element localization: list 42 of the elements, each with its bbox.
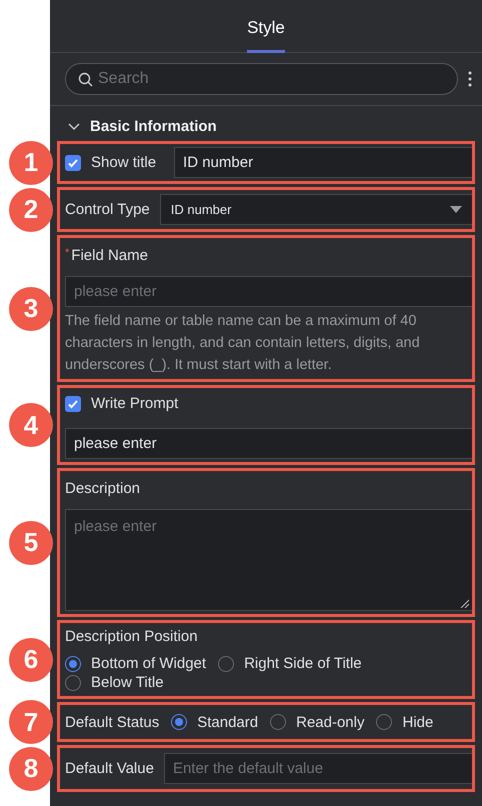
field-label: Show title (91, 154, 156, 171)
check-icon (67, 398, 79, 410)
field-label: Default Value (65, 760, 154, 777)
field-label: Default Status (65, 714, 160, 730)
callout-badge: 5 (9, 520, 53, 564)
callout-badge: 2 (9, 188, 53, 232)
callout-badge: 7 (9, 700, 53, 744)
radio-option[interactable]: Read-only (270, 714, 364, 730)
search-field[interactable]: Search (65, 63, 458, 95)
input-field[interactable]: please enter (65, 276, 472, 307)
callout-badge: 4 (9, 403, 53, 447)
caret-icon (450, 206, 462, 214)
chevron-icon (68, 122, 80, 130)
callout-badge: 1 (9, 140, 53, 184)
field-label: Description Position (65, 627, 199, 647)
text-area[interactable]: please enter (65, 509, 472, 611)
field-label: Description (65, 479, 142, 497)
dropdown[interactable]: ID number (160, 194, 472, 225)
required-mark: * (65, 247, 70, 259)
field-label: Control Type (65, 201, 150, 218)
radio-option[interactable]: Hide (376, 714, 434, 730)
resize-grip-icon[interactable] (460, 599, 469, 608)
section-header[interactable]: Basic Information (50, 106, 235, 141)
radio-option[interactable]: Below Title (65, 674, 164, 691)
check-icon (67, 156, 79, 168)
style-tab[interactable]: Style (247, 18, 285, 53)
radio-option[interactable]: Standard (171, 714, 258, 730)
field-label: *Field Name (65, 246, 149, 266)
radio-option[interactable]: Right Side of Title (218, 655, 362, 672)
search-icon (78, 72, 93, 87)
radio-option[interactable]: Bottom of Widget (65, 655, 206, 672)
callout-badge: 3 (9, 286, 53, 330)
callout-badge: 8 (9, 746, 53, 790)
input-field[interactable]: Enter the default value (164, 753, 472, 784)
field-label: Write Prompt (91, 395, 178, 412)
help-text: The field name or table name can be a maximum of 40 characters in length, and can contain letters, digits, and underscores (_). It must start with a letter. (65, 312, 421, 375)
callout-badge: 6 (9, 638, 53, 682)
more-icon[interactable] (468, 71, 472, 87)
input-field[interactable]: please enter (65, 428, 472, 459)
checkbox[interactable] (65, 154, 81, 170)
input-field[interactable]: ID number (174, 147, 472, 178)
checkbox[interactable] (65, 396, 81, 412)
